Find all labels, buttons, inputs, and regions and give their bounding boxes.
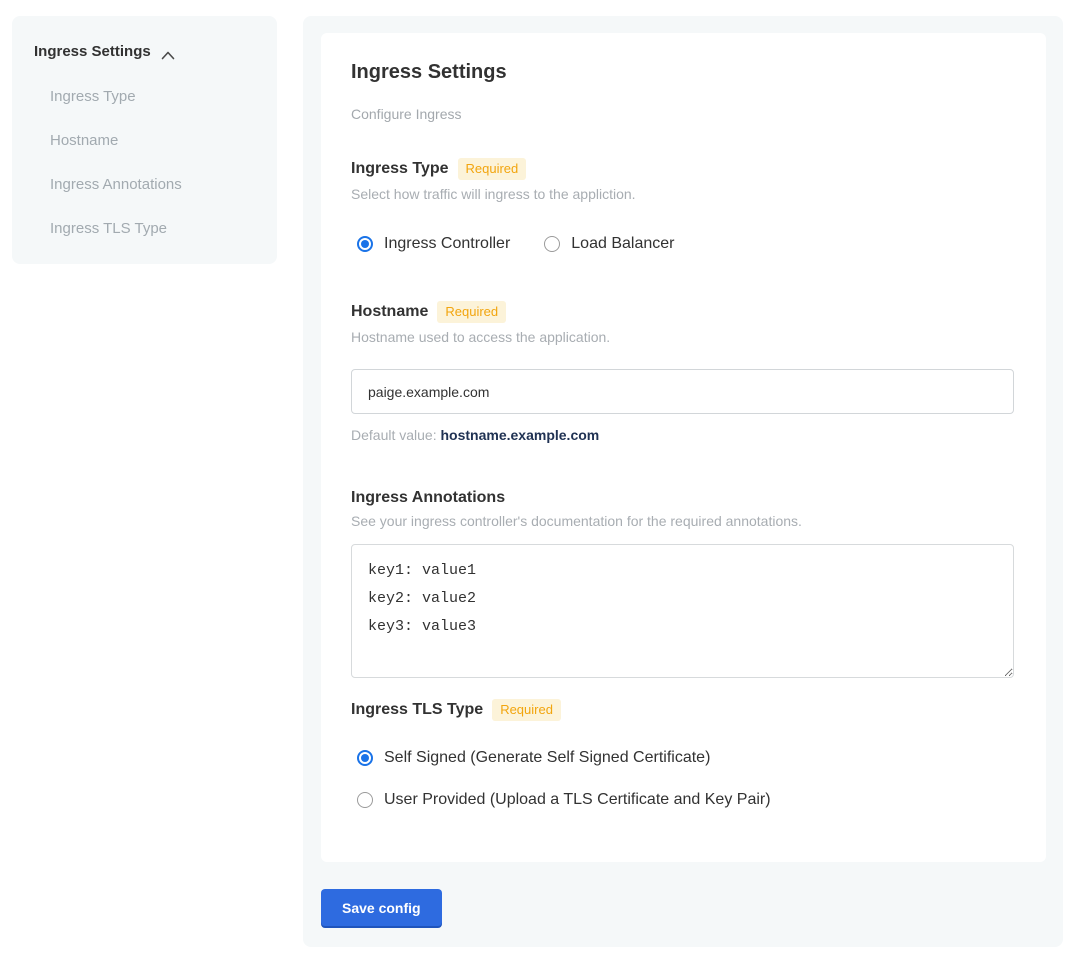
radio-ingress-controller[interactable]: Ingress Controller: [357, 235, 510, 253]
ingress-type-description: Select how traffic will ingress to the a…: [351, 186, 1016, 202]
sidebar-item-hostname[interactable]: Hostname: [50, 132, 255, 149]
section-ingress-type: Ingress Type Required Select how traffic…: [351, 158, 1016, 253]
ingress-annotations-label: Ingress Annotations: [351, 489, 505, 507]
save-config-button[interactable]: Save config: [321, 889, 442, 926]
ingress-settings-card: Ingress Settings Configure Ingress Ingre…: [321, 33, 1046, 862]
config-nav-sidebar: Ingress Settings Ingress Type Hostname I…: [12, 16, 277, 264]
radio-self-signed[interactable]: Self Signed (Generate Self Signed Certif…: [357, 749, 1016, 767]
hostname-description: Hostname used to access the application.: [351, 329, 1016, 345]
section-ingress-tls-type: Ingress TLS Type Required Self Signed (G…: [351, 699, 1016, 809]
sidebar-group-label: Ingress Settings: [34, 43, 151, 60]
required-badge: Required: [492, 699, 561, 721]
sidebar-item-list: Ingress Type Hostname Ingress Annotation…: [34, 88, 255, 237]
section-ingress-annotations: Ingress Annotations See your ingress con…: [351, 489, 1016, 678]
sidebar-group-ingress-settings[interactable]: Ingress Settings: [34, 43, 255, 60]
radio-user-provided[interactable]: User Provided (Upload a TLS Certificate …: [357, 791, 1016, 809]
ingress-type-label: Ingress Type: [351, 160, 449, 178]
hostname-default-helper: Default value: hostname.example.com: [351, 427, 1016, 443]
ingress-tls-type-label: Ingress TLS Type: [351, 701, 483, 719]
section-hostname: Hostname Required Hostname used to acces…: [351, 301, 1016, 443]
radio-label: Self Signed (Generate Self Signed Certif…: [384, 749, 710, 767]
ingress-annotations-textarea[interactable]: key1: value1 key2: value2 key3: value3: [351, 544, 1014, 678]
radio-button-icon[interactable]: [357, 236, 373, 252]
ingress-tls-type-options: Self Signed (Generate Self Signed Certif…: [351, 749, 1016, 809]
sidebar-item-ingress-annotations[interactable]: Ingress Annotations: [50, 176, 255, 193]
page-subtitle: Configure Ingress: [351, 106, 1016, 122]
required-badge: Required: [437, 301, 506, 323]
radio-label: User Provided (Upload a TLS Certificate …: [384, 791, 771, 809]
default-value-text: hostname.example.com: [441, 427, 600, 443]
radio-button-icon[interactable]: [357, 750, 373, 766]
radio-load-balancer[interactable]: Load Balancer: [544, 235, 674, 253]
default-value-prefix: Default value:: [351, 427, 437, 443]
sidebar-item-ingress-type[interactable]: Ingress Type: [50, 88, 255, 105]
required-badge: Required: [458, 158, 527, 180]
ingress-annotations-description: See your ingress controller's documentat…: [351, 513, 1016, 529]
chevron-up-icon: [161, 47, 175, 56]
radio-label: Ingress Controller: [384, 235, 510, 253]
hostname-input[interactable]: [351, 369, 1014, 414]
radio-label: Load Balancer: [571, 235, 674, 253]
config-panel: Ingress Settings Configure Ingress Ingre…: [303, 16, 1063, 947]
radio-button-icon[interactable]: [357, 792, 373, 808]
page-title: Ingress Settings: [351, 61, 1016, 84]
sidebar-item-ingress-tls-type[interactable]: Ingress TLS Type: [50, 220, 255, 237]
radio-button-icon[interactable]: [544, 236, 560, 252]
ingress-type-options: Ingress Controller Load Balancer: [351, 235, 1016, 253]
hostname-label: Hostname: [351, 303, 428, 321]
